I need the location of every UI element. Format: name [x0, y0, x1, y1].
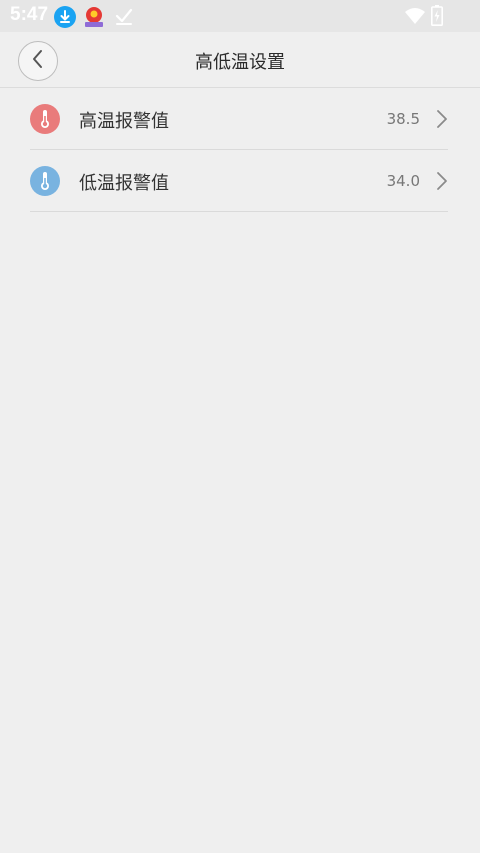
low-temp-alarm-item[interactable]: 低温报警值 34.0	[30, 150, 448, 212]
thermometer-icon	[30, 104, 60, 134]
app-notification-icon	[82, 6, 106, 28]
page-title: 高低温设置	[195, 52, 285, 73]
battery-icon	[431, 5, 443, 27]
status-bar: 5:47	[0, 0, 480, 32]
low-temp-alarm-label: 低温报警值	[79, 173, 169, 194]
high-temp-alarm-value: 38.5	[386, 110, 420, 128]
wifi-icon	[404, 7, 426, 25]
high-temp-alarm-item[interactable]: 高温报警值 38.5	[30, 88, 448, 150]
chevron-right-icon	[436, 171, 448, 191]
header: 高低温设置	[0, 32, 480, 88]
high-temp-alarm-label: 高温报警值	[79, 111, 169, 132]
chevron-right-icon	[436, 109, 448, 129]
download-icon	[54, 6, 76, 28]
screen: 5:47 高低温设置 高温报警值 38.5 低温报警值 34.0	[0, 0, 480, 853]
settings-list: 高温报警值 38.5 低温报警值 34.0	[30, 88, 448, 212]
low-temp-alarm-value: 34.0	[386, 172, 420, 190]
check-icon	[114, 6, 134, 26]
thermometer-icon	[30, 166, 60, 196]
status-time: 5:47	[10, 4, 49, 25]
